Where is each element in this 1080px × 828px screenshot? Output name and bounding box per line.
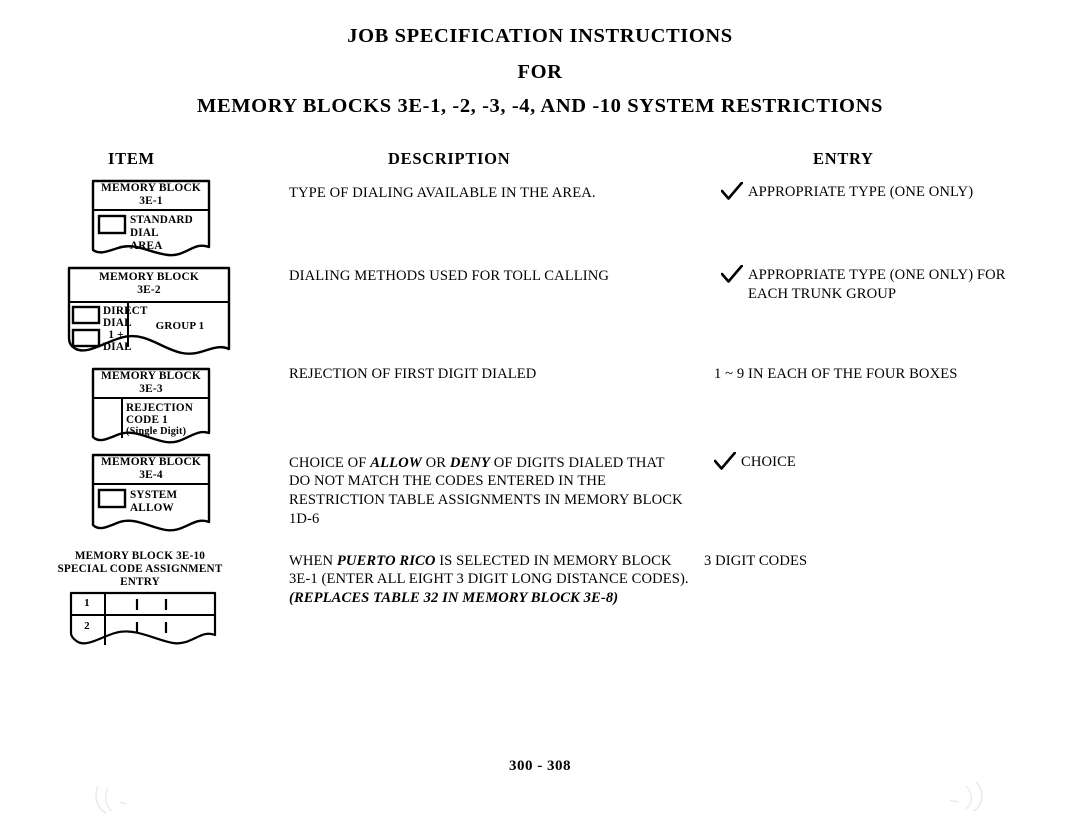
memory-block-shape: MEMORY BLOCK 3E-1 STANDARD DIAL AREA	[90, 178, 212, 262]
memory-block-shape: 1 2	[69, 591, 217, 653]
memory-block-3e-3-outline	[91, 367, 211, 443]
memory-block-shape: MEMORY BLOCK 3E-3 REJECTION CODE 1 (Sing…	[90, 366, 212, 450]
description-row-3e-2: DIALING METHODS USED FOR TOLL CALLING	[289, 267, 610, 284]
title-line-2: FOR	[517, 60, 563, 83]
checkbox-1-plus-dial[interactable]	[71, 328, 101, 347]
document-title: JOB SPECIFICATION INSTRUCTIONS FOR MEMOR…	[0, 0, 1080, 117]
entry-row-3e-10: 3 DIGIT CODES	[704, 552, 1034, 572]
column-headers: ITEM DESCRIPTION ENTRY	[0, 149, 1080, 175]
memory-block-3e-10-caption-line-3: ENTRY	[120, 575, 160, 588]
memory-block-3e-4-outline	[91, 453, 211, 531]
memory-block-3e-10-caption-line-1: MEMORY BLOCK 3E-10	[74, 549, 206, 562]
entry-row-3e-3: 1 ~ 9 IN EACH OF THE FOUR BOXES	[714, 365, 1044, 385]
title-line-1: JOB SPECIFICATION INSTRUCTIONS	[347, 25, 733, 47]
checkbox-system-allow[interactable]	[97, 488, 127, 508]
memory-block-shape: MEMORY BLOCK 3E-4 SYSTEM ALLOW	[90, 452, 212, 538]
column-header-item: ITEM	[108, 148, 155, 168]
description-row-3e-3: REJECTION OF FIRST DIGIT DIALED	[289, 365, 537, 382]
memory-block-3e-3-diagram: MEMORY BLOCK 3E-3 REJECTION CODE 1 (Sing…	[90, 366, 212, 450]
page-number: 300 - 308	[509, 758, 571, 774]
column-header-entry: ENTRY	[813, 148, 874, 168]
entry-row-3e-2: APPROPRIATE TYPE (ONE ONLY) FOR EACH TRU…	[720, 263, 1039, 305]
entry-row-3e-2-text: APPROPRIATE TYPE (ONE ONLY) FOR EACH TRU…	[748, 266, 1006, 303]
memory-block-3e-2-diagram: MEMORY BLOCK 3E-2 DIRECT DIAL 1 + DIAL G…	[66, 265, 232, 361]
description-row-3e-10: WHEN PUERTO RICO IS SELECTED IN MEMORY B…	[289, 552, 689, 607]
memory-block-3e-1-diagram: MEMORY BLOCK 3E-1 STANDARD DIAL AREA	[90, 178, 212, 262]
entry-row-3e-1: APPROPRIATE TYPE (ONE ONLY)	[720, 180, 1051, 203]
memory-block-shape: MEMORY BLOCK 3E-2 DIRECT DIAL 1 + DIAL G…	[66, 265, 232, 361]
scan-artifact-left	[92, 782, 140, 821]
entry-row-3e-4: CHOICE	[713, 450, 1044, 473]
scan-artifact-right	[940, 778, 992, 823]
memory-block-3e-10-outline	[69, 591, 217, 645]
description-row-3e-1: TYPE OF DIALING AVAILABLE IN THE AREA.	[289, 184, 596, 201]
memory-block-3e-10-caption-line-2: SPECIAL CODE ASSIGNMENT	[57, 562, 223, 575]
column-header-description: DESCRIPTION	[388, 148, 511, 168]
checkmark-icon	[720, 263, 744, 283]
checkmark-icon	[720, 180, 744, 200]
memory-block-3e-1-outline	[91, 179, 211, 256]
description-row-3e-4: CHOICE OF ALLOW OR DENY OF DIGITS DIALED…	[289, 454, 683, 528]
memory-block-3e-2-outline	[67, 266, 231, 355]
entry-row-3e-10-text: 3 DIGIT CODES	[704, 552, 808, 569]
checkbox-direct-dial[interactable]	[71, 305, 101, 324]
entry-row-3e-1-text: APPROPRIATE TYPE (ONE ONLY)	[748, 183, 974, 200]
checkmark-icon	[713, 450, 737, 470]
checkbox-standard-dial-area[interactable]	[97, 214, 127, 234]
memory-block-3e-4-diagram: MEMORY BLOCK 3E-4 SYSTEM ALLOW	[90, 452, 212, 538]
title-line-3: MEMORY BLOCKS 3E-1, -2, -3, -4, AND -10 …	[197, 95, 883, 117]
specification-table: MEMORY BLOCK 3E-1 STANDARD DIAL AREA TYP…	[0, 175, 1080, 775]
entry-row-3e-4-text: CHOICE	[741, 453, 796, 470]
entry-row-3e-3-text: 1 ~ 9 IN EACH OF THE FOUR BOXES	[714, 365, 958, 382]
